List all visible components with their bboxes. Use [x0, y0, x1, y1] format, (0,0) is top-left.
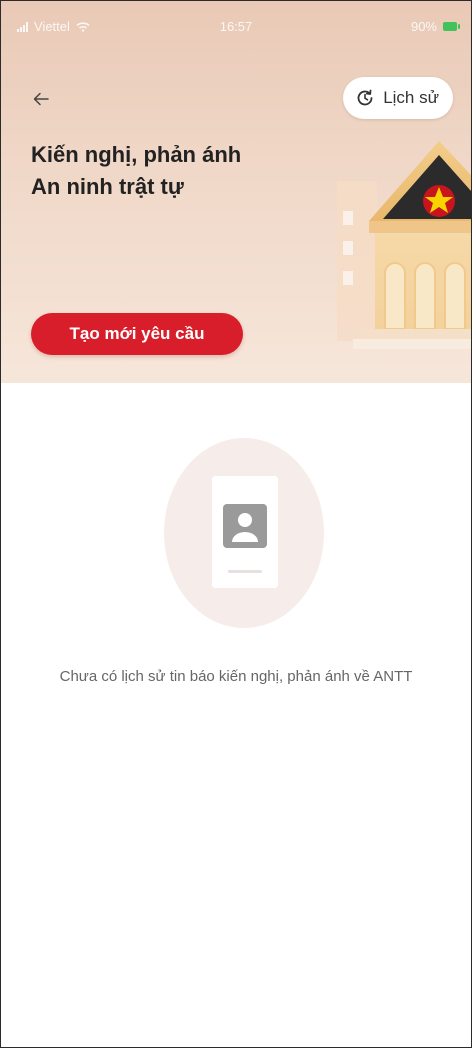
empty-state-message: Chưa có lịch sử tin báo kiến nghị, phản … [59, 668, 413, 685]
battery-icon [443, 22, 460, 31]
title-line-1: Kiến nghị, phản ánh [31, 142, 242, 167]
status-time: 16:57 [219, 19, 253, 34]
title-line-2: An ninh trật tự [31, 174, 184, 199]
battery-percent: 90% [410, 19, 437, 34]
status-right: 90% [410, 19, 460, 34]
back-arrow-icon [33, 92, 49, 106]
app-screen: Viettel 16:57 90% Lịch sử Kiến nghị, phả… [0, 0, 472, 1048]
history-clock-icon [357, 89, 373, 106]
hero-header: Viettel 16:57 90% Lịch sử Kiến nghị, phả… [1, 1, 471, 383]
page-title: Kiến nghị, phản ánh An ninh trật tự [31, 139, 301, 203]
police-building-illustration [337, 141, 471, 349]
empty-document-illustration [164, 438, 324, 628]
status-bar: Viettel 16:57 90% [1, 1, 471, 47]
back-button[interactable] [27, 85, 55, 113]
create-request-button[interactable]: Tạo mới yêu cầu [31, 313, 243, 355]
history-button[interactable]: Lịch sử [343, 77, 453, 119]
history-button-label: Lịch sử [383, 88, 439, 107]
